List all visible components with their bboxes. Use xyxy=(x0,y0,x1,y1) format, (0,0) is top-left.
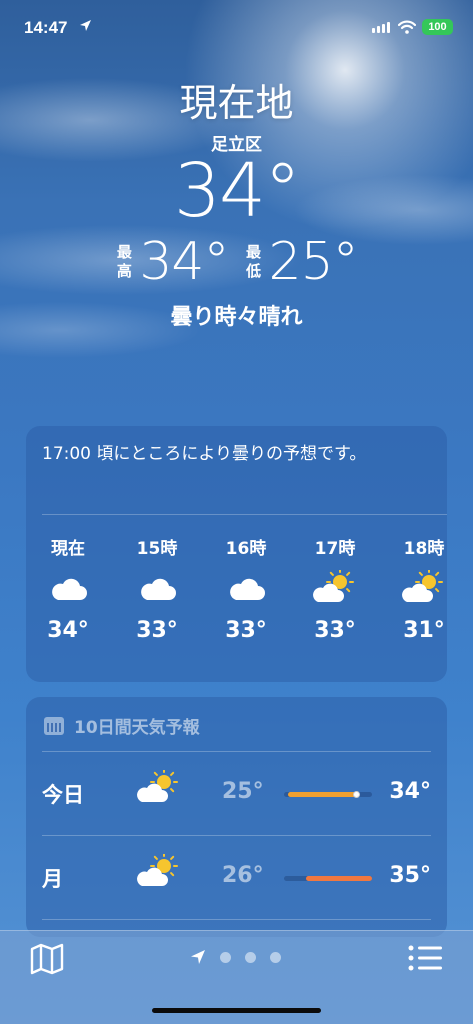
location-name: 現在地 xyxy=(179,81,294,125)
ten-day-header: 10日間天気予報 xyxy=(44,713,200,738)
page-dot xyxy=(270,951,281,963)
hourly-item: 15時 33° xyxy=(122,534,192,643)
partly-sunny-icon xyxy=(136,768,182,810)
low-temperature: 25° xyxy=(268,232,359,292)
low-temperature: 26° xyxy=(222,863,264,888)
divider xyxy=(42,919,431,920)
hourly-item: 現在 34° xyxy=(33,534,103,643)
hourly-item: 18時 31° xyxy=(389,534,447,643)
current-temperature: 34° xyxy=(173,148,301,234)
high-low: 最 高 34° 最 低 25° xyxy=(0,233,473,291)
high-label: 最 高 xyxy=(116,243,132,280)
partly-sunny-icon xyxy=(136,852,182,894)
hour-label: 18時 xyxy=(403,539,445,559)
home-indicator[interactable] xyxy=(152,1008,321,1013)
ten-day-title: 10日間天気予報 xyxy=(74,718,200,738)
page-dot xyxy=(220,951,231,963)
high-temperature: 35° xyxy=(389,863,431,888)
calendar-icon xyxy=(44,716,64,735)
divider xyxy=(42,514,447,515)
cloud-icon xyxy=(211,558,281,618)
hour-label: 16時 xyxy=(225,539,267,559)
wifi-icon xyxy=(398,20,416,34)
status-time: 14:47 xyxy=(24,18,68,37)
low-label: 最 低 xyxy=(245,243,261,280)
page-indicator[interactable] xyxy=(190,949,281,965)
daily-row[interactable]: 月 26° 35° xyxy=(26,836,447,918)
partly-sunny-icon xyxy=(389,558,447,618)
hour-temperature: 33° xyxy=(136,618,178,643)
daily-row[interactable]: 今日 25° 34° xyxy=(26,752,447,834)
current-temp-marker xyxy=(353,791,361,798)
partly-sunny-icon xyxy=(300,558,370,618)
day-label: 月 xyxy=(42,867,63,891)
bottom-toolbar xyxy=(0,930,473,1024)
hourly-forecast-card[interactable]: 17:00 頃にところにより曇りの予想です。 現在 34° 15時 33° 16時 33°… xyxy=(26,426,447,682)
current-weather-header: 現在地 足立区 34° 最 高 34° 最 低 25° 曇り時々晴れ xyxy=(0,78,473,331)
low-temperature: 25° xyxy=(222,779,264,804)
hourly-item: 16時 33° xyxy=(211,534,281,643)
hour-temperature: 33° xyxy=(314,618,356,643)
map-icon[interactable] xyxy=(30,943,64,975)
location-arrow-icon xyxy=(191,950,205,964)
cloud-icon xyxy=(33,558,103,618)
hour-label: 現在 xyxy=(51,539,85,559)
page-dot xyxy=(245,951,256,963)
hour-temperature: 33° xyxy=(225,618,267,643)
hourly-item: 17時 33° xyxy=(300,534,370,643)
list-icon[interactable] xyxy=(407,943,443,973)
signal-icon xyxy=(372,22,390,33)
hour-temperature: 31° xyxy=(403,618,445,643)
forecast-summary: 17:00 頃にところにより曇りの予想です。 xyxy=(42,444,367,464)
hour-label: 15時 xyxy=(136,539,178,559)
temperature-range-bar xyxy=(284,876,372,881)
weather-condition: 曇り時々晴れ xyxy=(170,305,303,330)
high-temperature: 34° xyxy=(139,232,229,292)
hour-temperature: 34° xyxy=(47,618,89,643)
hour-label: 17時 xyxy=(314,539,356,559)
high-temperature: 34° xyxy=(389,779,431,804)
status-bar: 14:47 100 xyxy=(0,0,473,54)
day-label: 今日 xyxy=(42,783,84,807)
temperature-range-bar xyxy=(284,791,372,798)
cloud-icon xyxy=(122,558,192,618)
location-arrow-icon xyxy=(80,20,91,31)
battery-indicator: 100 xyxy=(422,19,453,35)
ten-day-forecast-card[interactable]: 10日間天気予報 今日 25° 34° 月 26° 35° xyxy=(26,697,447,937)
